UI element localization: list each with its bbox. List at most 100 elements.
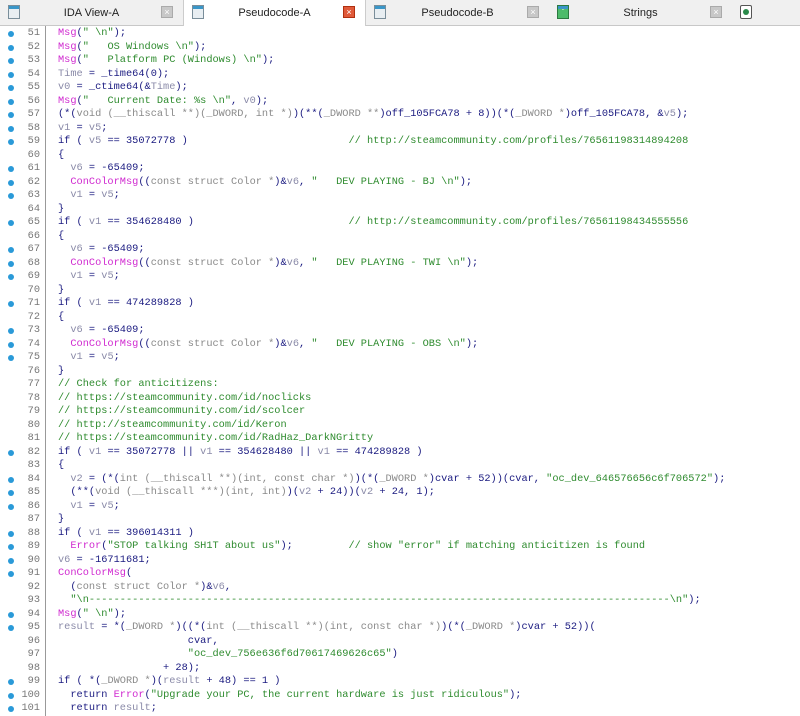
code-line[interactable]: 68 ConColorMsg((const struct Color *)&v6…	[0, 257, 800, 271]
code-line[interactable]: 62 ConColorMsg((const struct Color *)&v6…	[0, 176, 800, 190]
code-line[interactable]: 52 Msg(" OS Windows \n");	[0, 41, 800, 55]
code-token: )&	[274, 175, 287, 188]
line-number: 57	[27, 108, 40, 120]
tab-strings[interactable]: " Strings ×	[549, 0, 732, 25]
code-line[interactable]: 92 (const struct Color *)&v6,	[0, 581, 800, 595]
code-token: );	[113, 607, 126, 620]
code-line[interactable]: 74 ConColorMsg((const struct Color *)&v6…	[0, 338, 800, 352]
tab-ida-view-a[interactable]: IDA View-A ×	[0, 0, 183, 25]
code-line[interactable]: 86 v1 = v5;	[0, 500, 800, 514]
code-token: );	[255, 94, 269, 107]
code-line[interactable]: 80 // http://steamcommunity.com/id/Keron	[0, 419, 800, 433]
line-number: 87	[27, 513, 40, 525]
code-line[interactable]: 93 "\n----------------------------------…	[0, 594, 800, 608]
code-text: ConColorMsg((const struct Color *)&v6, "…	[58, 176, 472, 190]
code-line[interactable]: 82 if ( v1 == 35072778 || v1 == 354628480…	[0, 446, 800, 460]
tab-pseudocode-b[interactable]: Pseudocode-B ×	[366, 0, 549, 25]
code-line[interactable]: 95 result = *(_DWORD *)((*(int (__thiscal…	[0, 621, 800, 635]
code-line[interactable]: 73 v6 = -65409;	[0, 324, 800, 338]
code-line[interactable]: 99 if ( *(_DWORD *)(result + 48) == 1 )	[0, 675, 800, 689]
line-number: 59	[27, 135, 40, 147]
code-line[interactable]: 53 Msg(" Platform PC (Windows) \n");	[0, 54, 800, 68]
code-line[interactable]: 58 v1 = v5;	[0, 122, 800, 136]
code-line[interactable]: 76}	[0, 365, 800, 379]
code-line[interactable]: 56 Msg(" Current Date: %s \n", v0);	[0, 95, 800, 109]
code-line[interactable]: 51 Msg(" \n");	[0, 27, 800, 41]
code-token: if (	[58, 297, 89, 309]
line-number: 63	[27, 189, 40, 201]
close-icon[interactable]: ×	[161, 6, 173, 18]
code-text: Msg(" OS Windows \n");	[58, 41, 206, 55]
code-line[interactable]: 66 {	[0, 230, 800, 244]
code-line[interactable]: 84 v2 = (*(int (__thiscall **)(int, cons…	[0, 473, 800, 487]
function-name: Msg	[58, 27, 77, 39]
code-text: return Error("Upgrade your PC, the curre…	[58, 689, 521, 703]
code-line[interactable]: 90 v6 = -16711681;	[0, 554, 800, 568]
code-line[interactable]: 83 {	[0, 459, 800, 473]
code-text: // https://steamcommunity.com/id/scolcer	[58, 405, 305, 419]
variable: v5	[101, 499, 114, 512]
code-line[interactable]: 72 {	[0, 311, 800, 325]
code-token: );	[280, 540, 349, 552]
code-line[interactable]: 85 (**(void (__thiscall ***)(int, int))(…	[0, 486, 800, 500]
code-line[interactable]: 67 v6 = -65409;	[0, 243, 800, 257]
code-line[interactable]: 96 cvar,	[0, 635, 800, 649]
code-line[interactable]: 97 "oc_dev_756e636f6d70617469626c65")	[0, 648, 800, 662]
close-icon[interactable]: ×	[527, 6, 539, 18]
line-number: 71	[27, 297, 40, 309]
tab-label: Strings	[623, 6, 658, 19]
code-text: v6 = -16711681;	[58, 554, 151, 568]
code-line[interactable]: 57 (*(void (__thiscall **)(_DWORD, int *)…	[0, 108, 800, 122]
code-line[interactable]: 100 return Error("Upgrade your PC, the c…	[0, 689, 800, 703]
code-line[interactable]: 75 v1 = v5;	[0, 351, 800, 365]
string-literal: // http://steamcommunity.com/profiles/76…	[348, 135, 689, 147]
code-line[interactable]: 81 // https://steamcommunity.com/id/RadHa…	[0, 432, 800, 446]
line-number: 61	[27, 162, 40, 174]
code-token: }	[58, 283, 65, 296]
line-number: 95	[27, 621, 40, 633]
code-line[interactable]: 61 v6 = -65409;	[0, 162, 800, 176]
code-line[interactable]: 77 // Check for anticitizens:	[0, 378, 800, 392]
code-text: }	[58, 365, 64, 379]
tab-label: Pseudocode-A	[238, 7, 311, 19]
close-icon[interactable]: ×	[343, 6, 355, 18]
code-text: v6 = -65409;	[58, 243, 144, 257]
code-line[interactable]: 54 Time = _time64(0);	[0, 68, 800, 82]
string-literal: // https://steamcommunity.com/id/scolcer	[58, 405, 306, 417]
variable: v2	[299, 486, 312, 498]
variable: v5	[88, 135, 102, 147]
type-cast: void (__thiscall **)(_DWORD, int *)	[76, 108, 293, 120]
code-line[interactable]: 78 // https://steamcommunity.com/id/nocli…	[0, 392, 800, 406]
code-line[interactable]: 91 ConColorMsg(	[0, 567, 800, 581]
string-literal: "oc_dev_756e636f6d70617469626c65"	[187, 648, 392, 660]
code-line[interactable]: 98 + 28);	[0, 662, 800, 676]
pseudocode-view[interactable]: 51 Msg(" \n"); 52 Msg(" OS Windows \n"); 53 M…	[0, 26, 800, 716]
more-tabs-button[interactable]	[732, 0, 762, 25]
code-line[interactable]: 89 Error("STOP talking SH1T about us"); …	[0, 540, 800, 554]
close-icon[interactable]: ×	[710, 6, 722, 18]
code-line[interactable]: 71 if ( v1 == 474289828 )	[0, 297, 800, 311]
code-text: Msg(" \n");	[58, 608, 126, 622]
code-line[interactable]: 55 v0 = _ctime64(&Time);	[0, 81, 800, 95]
code-line[interactable]: 88 if ( v1 == 396014311 )	[0, 527, 800, 541]
code-line[interactable]: 60 {	[0, 149, 800, 163]
variable: v6	[70, 243, 83, 255]
code-line[interactable]: 59 if ( v5 == 35072778 ) // http://steamc…	[0, 135, 800, 149]
code-token: );	[175, 81, 188, 93]
code-line[interactable]: 94 Msg(" \n");	[0, 608, 800, 622]
code-line[interactable]: 79 // https://steamcommunity.com/id/scolc…	[0, 405, 800, 419]
line-number: 94	[27, 607, 40, 620]
code-text: {	[58, 230, 64, 244]
tab-pseudocode-a[interactable]: Pseudocode-A ×	[183, 0, 366, 26]
code-line[interactable]: 69 v1 = v5;	[0, 270, 800, 284]
code-line[interactable]: 64}	[0, 203, 800, 217]
code-line[interactable]: 63 v1 = v5;	[0, 189, 800, 203]
code-token: }	[58, 513, 65, 525]
code-token: == 35072778 ||	[101, 445, 201, 458]
code-token: = (*(	[82, 472, 120, 485]
code-line[interactable]: 65 if ( v1 == 354628480 ) // http://steam…	[0, 216, 800, 230]
code-line[interactable]: 87}	[0, 513, 800, 527]
code-line[interactable]: 70}	[0, 284, 800, 298]
code-line[interactable]: 101 return result;	[0, 702, 800, 716]
